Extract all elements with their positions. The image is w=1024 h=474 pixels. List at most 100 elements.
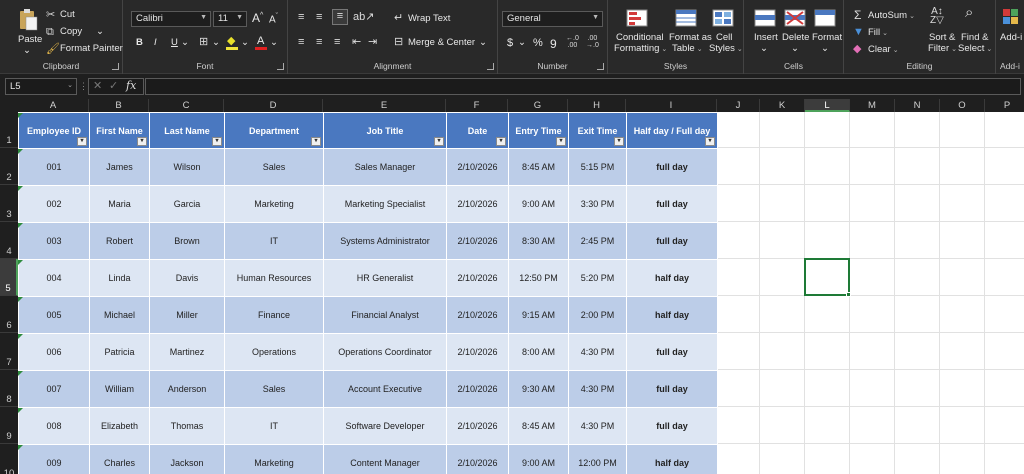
insert-function-icon[interactable]: fx (126, 80, 136, 92)
find-select-line1[interactable]: Find & (961, 32, 988, 43)
column-header-j[interactable]: J (717, 99, 760, 112)
column-header-cell[interactable]: Date ▾ (446, 112, 509, 149)
sort-filter-icon[interactable]: A↕ Z▽ (930, 7, 944, 26)
fill-button[interactable]: Fill ⌄ (868, 27, 888, 38)
table-cell[interactable]: 9:15 AM (508, 296, 569, 334)
table-cell[interactable]: Marketing Specialist (323, 185, 447, 223)
column-header-d[interactable]: D (224, 99, 323, 112)
column-header-a[interactable]: A (18, 99, 89, 112)
increase-decimal-icon[interactable]: ←.0.00 (566, 35, 579, 49)
copy-button[interactable]: Copy (60, 26, 82, 37)
addins-icon[interactable] (1003, 9, 1019, 25)
chevron-down-icon[interactable]: ⌄ (23, 45, 31, 56)
table-cell[interactable]: 2/10/2026 (446, 333, 509, 371)
row-header-8[interactable]: 8 (0, 370, 18, 407)
chevron-down-icon[interactable]: ⌄ (791, 43, 799, 54)
format-as-table-button[interactable]: Table ⌄ (672, 43, 703, 54)
column-header-n[interactable]: N (895, 99, 940, 112)
table-cell[interactable]: 5:15 PM (568, 148, 627, 186)
row-header-5[interactable]: 5 (0, 259, 18, 296)
table-cell[interactable]: Jackson (149, 444, 225, 474)
table-cell[interactable]: HR Generalist (323, 259, 447, 297)
align-right-icon[interactable]: ≡ (334, 36, 340, 48)
table-cell[interactable]: 2:00 PM (568, 296, 627, 334)
table-cell[interactable]: half day (626, 296, 718, 334)
column-header-f[interactable]: F (446, 99, 508, 112)
chevron-down-icon[interactable]: ⌄ (479, 37, 487, 48)
conditional-formatting-line1[interactable]: Conditional (616, 32, 664, 43)
merge-center-icon[interactable]: ⊟ (394, 36, 403, 48)
error-indicator-icon[interactable] (18, 223, 23, 228)
column-header-h[interactable]: H (568, 99, 626, 112)
eraser-icon[interactable]: ◆ (853, 43, 861, 55)
align-middle-icon[interactable]: ≡ (316, 11, 322, 23)
delete-button[interactable]: Delete (782, 32, 809, 43)
cancel-icon[interactable]: ✕ (93, 80, 102, 92)
error-indicator-icon[interactable] (18, 260, 23, 265)
chevron-down-icon[interactable]: ⌄ (518, 37, 526, 48)
table-cell[interactable]: full day (626, 333, 718, 371)
table-cell[interactable]: half day (626, 259, 718, 297)
column-header-i[interactable]: I (626, 99, 717, 112)
align-center-icon[interactable]: ≡ (316, 36, 322, 48)
table-cell[interactable]: full day (626, 370, 718, 408)
dialog-launcher-icon[interactable] (277, 63, 284, 70)
comma-button[interactable]: 9 (550, 37, 557, 51)
row-header-7[interactable]: 7 (0, 333, 18, 370)
copy-icon[interactable]: ⧉ (46, 26, 54, 38)
column-header-cell[interactable]: Job Title ▾ (323, 112, 447, 149)
table-cell[interactable]: Software Developer (323, 407, 447, 445)
table-cell[interactable]: 4:30 PM (568, 370, 627, 408)
search-icon[interactable]: ⌕ (965, 5, 973, 20)
table-cell[interactable]: James (89, 148, 150, 186)
conditional-formatting-icon[interactable] (626, 9, 648, 27)
chevron-down-icon[interactable]: ⌄ (760, 43, 768, 54)
table-cell[interactable]: Anderson (149, 370, 225, 408)
table-cell[interactable]: 9:30 AM (508, 370, 569, 408)
table-cell[interactable]: 2/10/2026 (446, 407, 509, 445)
table-cell[interactable]: 2/10/2026 (446, 370, 509, 408)
cell-styles-icon[interactable] (712, 9, 734, 27)
column-header-cell[interactable]: Exit Time ▾ (568, 112, 627, 149)
more-options-icon[interactable]: ⋮ (79, 80, 88, 92)
table-cell[interactable]: Sales (224, 148, 324, 186)
filter-dropdown-icon[interactable]: ▾ (77, 137, 87, 146)
table-cell[interactable]: 2/10/2026 (446, 185, 509, 223)
column-header-cell[interactable]: Department ▾ (224, 112, 324, 149)
chevron-down-icon[interactable]: ⌄ (270, 37, 278, 48)
clear-button[interactable]: Clear ⌄ (868, 44, 899, 55)
scissors-icon[interactable]: ✂ (46, 9, 55, 21)
chevron-down-icon[interactable]: ⌄ (181, 37, 189, 48)
conditional-formatting-button[interactable]: Formatting ⌄ (614, 43, 667, 54)
table-cell[interactable]: 2/10/2026 (446, 296, 509, 334)
row-header-10[interactable]: 10 (0, 444, 18, 474)
underline-button[interactable]: U (171, 37, 178, 48)
table-cell[interactable]: 12:50 PM (508, 259, 569, 297)
table-cell[interactable]: Account Executive (323, 370, 447, 408)
table-cell[interactable]: IT (224, 407, 324, 445)
table-cell[interactable]: 2/10/2026 (446, 259, 509, 297)
error-indicator-icon[interactable] (18, 445, 23, 450)
dialog-launcher-icon[interactable] (597, 63, 604, 70)
filter-dropdown-icon[interactable]: ▾ (556, 137, 566, 146)
font-name-select[interactable]: Calibri ▼ (131, 11, 211, 27)
column-header-k[interactable]: K (760, 99, 805, 112)
format-cells-icon[interactable] (814, 9, 836, 27)
table-cell[interactable]: Patricia (89, 333, 150, 371)
column-header-cell[interactable]: Last Name ▾ (149, 112, 225, 149)
table-cell[interactable]: 12:00 PM (568, 444, 627, 474)
table-cell[interactable]: 8:30 AM (508, 222, 569, 260)
row-header-1[interactable]: 1 (0, 112, 18, 148)
table-cell[interactable]: Human Resources (224, 259, 324, 297)
table-cell[interactable]: 8:00 AM (508, 333, 569, 371)
align-top-icon[interactable]: ≡ (298, 11, 304, 23)
borders-icon[interactable]: ⊞ (199, 36, 208, 48)
cell-styles-button[interactable]: Styles ⌄ (709, 43, 743, 54)
dialog-launcher-icon[interactable] (487, 63, 494, 70)
error-indicator-icon[interactable] (18, 113, 23, 118)
row-header-9[interactable]: 9 (0, 407, 18, 444)
grow-font-button[interactable]: A^ (252, 11, 263, 25)
table-cell[interactable]: Systems Administrator (323, 222, 447, 260)
formula-input[interactable] (145, 78, 1021, 95)
table-cell[interactable]: Maria (89, 185, 150, 223)
